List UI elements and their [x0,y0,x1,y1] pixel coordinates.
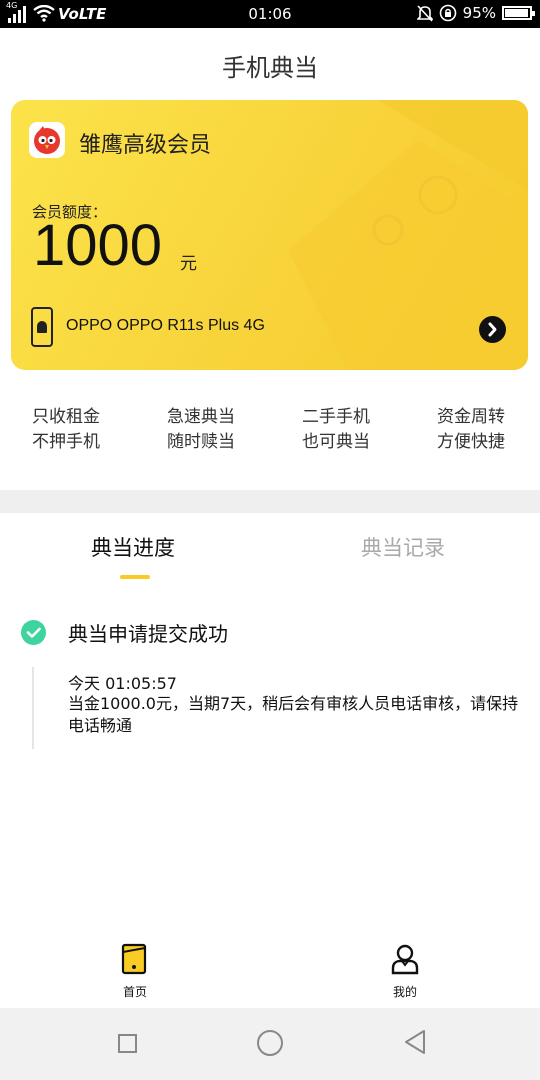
feature-line: 随时赎当 [167,432,235,452]
section-divider [0,490,540,513]
battery-percent: 95% [462,4,496,22]
status-bar: 4G VoLTE 01:06 95% [0,0,540,28]
tab-pawn-progress[interactable]: 典当进度 [91,532,175,562]
progress-time: 今天 01:05:57 [68,674,177,693]
feature-line: 方便快捷 [437,432,505,452]
system-nav-bar [0,1008,540,1080]
quota-amount: 1000 [33,213,163,278]
member-card: 雏鹰高级会员 会员额度： 1000 元 OPPO OPPO R11s Plus … [11,100,528,370]
mute-bell-icon [416,5,433,22]
quota-unit: 元 [180,254,197,274]
brand-logo-icon [29,122,65,158]
success-check-icon [21,620,46,645]
feature-line: 也可典当 [302,432,370,452]
home-phone-icon [121,943,147,975]
rotation-lock-icon [439,4,456,22]
device-model: OPPO OPPO R11s Plus 4G [66,317,265,334]
chevron-right-icon [488,322,497,337]
feature-line: 不押手机 [32,432,100,452]
member-level-label: 雏鹰高级会员 [79,133,212,158]
feature-item: 资金周转 方便快捷 [437,405,540,455]
timeline-line [32,667,34,749]
feature-line: 资金周转 [437,407,505,427]
device-detail-button[interactable] [479,316,506,343]
battery-icon [502,6,535,20]
feature-line: 急速典当 [167,407,235,427]
nav-home[interactable]: 首页 [95,943,175,1000]
tab-pawn-records[interactable]: 典当记录 [361,532,445,562]
nav-home-label: 首页 [122,985,147,999]
person-icon [391,944,419,975]
progress-status-title: 典当申请提交成功 [68,622,228,646]
feature-item: 只收租金 不押手机 [32,405,142,455]
phone-android-icon [31,307,53,347]
feature-item: 急速典当 随时赎当 [167,405,277,455]
nav-profile[interactable]: 我的 [365,943,445,1000]
feature-line: 二手手机 [302,407,370,427]
nav-profile-label: 我的 [392,985,417,999]
tab-indicator [120,575,150,579]
progress-detail: 当金1000.0元，当期7天，稍后会有审核人员电话审核，请保持电话畅通 [68,694,519,735]
recent-apps-button[interactable] [118,1034,137,1053]
feature-line: 只收租金 [32,407,100,427]
home-button[interactable] [257,1030,283,1056]
feature-list: 只收租金 不押手机 急速典当 随时赎当 二手手机 也可典当 资金周转 方便快捷 [0,405,540,465]
page-title: 手机典当 [222,54,318,82]
feature-item: 二手手机 也可典当 [302,405,412,455]
back-button[interactable] [402,1028,428,1056]
